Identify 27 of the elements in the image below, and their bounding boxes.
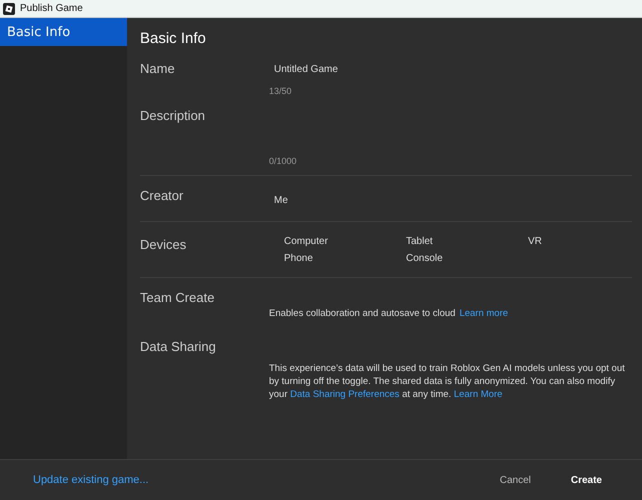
character-count: 13/50 [269,85,293,96]
device-option[interactable]: Computer [284,236,406,247]
sidebar-item[interactable]: Basic Info [0,18,127,46]
field-label: Team Create [140,289,216,305]
name-field[interactable]: Untitled Game [269,56,338,75]
device-option[interactable]: VR [528,236,608,247]
device-option[interactable]: Phone [284,253,406,264]
cancel-button[interactable]: Cancel [490,470,541,490]
field-label: Creator [140,187,184,203]
field-label: Name [140,60,176,76]
team-create-description: Enables collaboration and autosave to cloud [269,307,456,320]
data-sharing-link[interactable]: Learn More [454,389,502,400]
section-heading: Basic Info [140,29,207,49]
field-label: Devices [140,236,188,252]
data-sharing-description: This experience’s data will be used to train Roblox Gen AI models unless you opt out by turning off the toggle. The shared data is fully anonymized. You can also modify your Data Sharing Preferences at any time. Learn More [269,362,626,401]
create-button[interactable]: Create [560,470,612,490]
character-count: 0/1000 [269,155,297,166]
data-sharing-link[interactable]: Data Sharing Preferences [290,389,400,400]
app-logo-icon [3,2,15,14]
creator-value[interactable]: Me [269,183,288,214]
device-option[interactable]: Console [406,253,528,264]
window-title: Publish Game [20,3,83,14]
field-label: Description [140,107,206,123]
update-existing-game-link[interactable]: Update existing game... [33,474,149,486]
device-option[interactable]: Tablet [406,236,528,247]
field-label: Data Sharing [140,338,217,354]
learn-more-link[interactable]: Learn more [459,307,508,320]
